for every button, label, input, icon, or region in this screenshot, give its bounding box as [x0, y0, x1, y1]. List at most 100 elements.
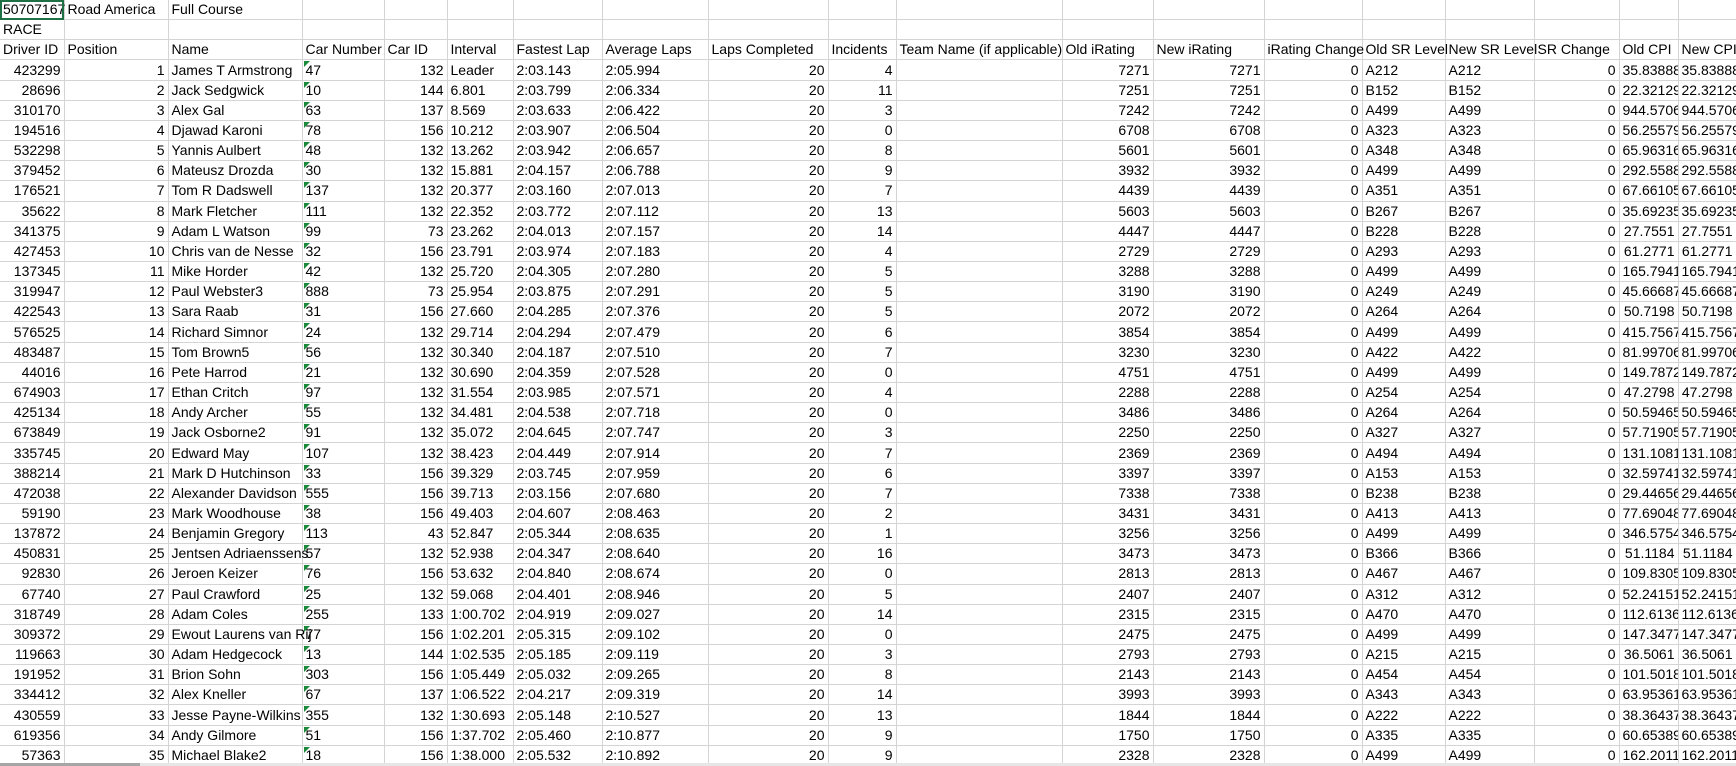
cell-new-sr-level[interactable]: A467 [1445, 563, 1535, 585]
cell-new-irating[interactable]: 3190 [1153, 281, 1265, 303]
cell-team-name[interactable] [896, 59, 1063, 81]
cell-position[interactable]: 28 [64, 604, 169, 625]
cell-laps-completed[interactable]: 20 [708, 644, 829, 666]
cell-new-cpi[interactable]: 147.3477 [1678, 624, 1736, 645]
cell-name[interactable]: Andy Gilmore [168, 725, 303, 746]
cell-name[interactable]: Jack Osborne2 [168, 422, 303, 444]
cell-irating-change[interactable]: 0 [1264, 442, 1363, 464]
cell-interval[interactable]: 59.068 [447, 584, 514, 605]
cell-interval[interactable]: 30.340 [447, 342, 514, 363]
cell-incidents[interactable]: 0 [828, 120, 897, 142]
cell-irating-change[interactable]: 0 [1264, 80, 1363, 101]
cell-team-name[interactable] [896, 584, 1063, 605]
cell-fastest-lap[interactable]: 2:04.294 [513, 321, 603, 343]
cell-average-laps[interactable]: 2:06.657 [602, 140, 709, 162]
cell-position[interactable]: 3 [64, 100, 169, 121]
cell-average-laps[interactable]: 2:08.674 [602, 563, 709, 585]
cell-name[interactable]: Edward May [168, 442, 303, 464]
cell-new-cpi[interactable]: 346.5754 [1678, 523, 1736, 545]
cell-new-cpi[interactable]: 77.69048 [1678, 503, 1736, 525]
cell-fastest-lap[interactable]: 2:04.285 [513, 301, 603, 323]
cell-name[interactable]: Mateusz Drozda [168, 160, 303, 182]
cell-old-cpi[interactable]: 38.36437 [1619, 704, 1679, 726]
cell-car-id[interactable]: 132 [384, 402, 448, 424]
cell-empty[interactable] [1534, 19, 1620, 41]
cell-fastest-lap[interactable]: 2:04.217 [513, 684, 603, 706]
cell-irating-change[interactable]: 0 [1264, 503, 1363, 525]
cell-new-irating[interactable]: 2369 [1153, 442, 1265, 464]
cell-team-name[interactable] [896, 80, 1063, 101]
cell-irating-change[interactable]: 0 [1264, 684, 1363, 706]
cell-car-id[interactable]: 132 [384, 543, 448, 565]
cell-car-id[interactable]: 156 [384, 563, 448, 585]
cell-irating-change[interactable]: 0 [1264, 100, 1363, 121]
cell-driver-id[interactable]: 673849 [0, 422, 65, 444]
cell-new-cpi[interactable]: 944.5706 [1678, 100, 1736, 121]
cell-laps-completed[interactable]: 20 [708, 321, 829, 343]
cell-car-number[interactable]: 77 [302, 624, 385, 645]
cell-old-sr-level[interactable]: B152 [1362, 80, 1446, 101]
cell-car-id[interactable]: 156 [384, 503, 448, 525]
cell-track[interactable]: Road America [64, 0, 169, 21]
cell-fastest-lap[interactable]: 2:03.143 [513, 59, 603, 81]
cell-average-laps[interactable]: 2:07.959 [602, 463, 709, 484]
cell-old-cpi[interactable]: 22.32129 [1619, 80, 1679, 101]
cell-new-irating[interactable]: 2793 [1153, 644, 1265, 666]
cell-old-sr-level[interactable]: A499 [1362, 321, 1446, 343]
cell-sr-change[interactable]: 0 [1534, 584, 1620, 605]
cell-fastest-lap[interactable]: 2:04.645 [513, 422, 603, 444]
cell-team-name[interactable] [896, 261, 1063, 283]
cell-sr-change[interactable]: 0 [1534, 563, 1620, 585]
cell-incidents[interactable]: 6 [828, 321, 897, 343]
cell-incidents[interactable]: 9 [828, 725, 897, 746]
cell-driver-id[interactable]: 619356 [0, 725, 65, 746]
cell-old-irating[interactable]: 3473 [1062, 543, 1154, 565]
cell-empty[interactable] [1678, 0, 1736, 21]
cell-position[interactable]: 7 [64, 180, 169, 202]
cell-new-irating[interactable]: 2475 [1153, 624, 1265, 645]
cell-irating-change[interactable]: 0 [1264, 59, 1363, 81]
cell-old-irating[interactable]: 2369 [1062, 442, 1154, 464]
cell-interval[interactable]: 27.660 [447, 301, 514, 323]
cell-irating-change[interactable]: 0 [1264, 483, 1363, 504]
cell-position[interactable]: 24 [64, 523, 169, 545]
cell-new-sr-level[interactable]: B152 [1445, 80, 1535, 101]
cell-irating-change[interactable]: 0 [1264, 563, 1363, 585]
cell-average-laps[interactable]: 2:10.877 [602, 725, 709, 746]
cell-average-laps[interactable]: 2:07.291 [602, 281, 709, 303]
cell-new-sr-level[interactable]: A335 [1445, 725, 1535, 746]
cell-new-sr-level[interactable]: A499 [1445, 523, 1535, 545]
cell-fastest-lap[interactable]: 2:05.185 [513, 644, 603, 666]
cell-incidents[interactable]: 9 [828, 160, 897, 182]
cell-incidents[interactable]: 7 [828, 342, 897, 363]
cell-old-irating[interactable]: 2072 [1062, 301, 1154, 323]
cell-team-name[interactable] [896, 684, 1063, 706]
cell-interval[interactable]: 39.329 [447, 463, 514, 484]
cell-new-irating[interactable]: 7251 [1153, 80, 1265, 101]
cell-empty[interactable] [513, 0, 603, 21]
cell-old-sr-level[interactable]: B238 [1362, 483, 1446, 504]
cell-interval[interactable]: 25.954 [447, 281, 514, 303]
cell-fastest-lap[interactable]: 2:03.974 [513, 241, 603, 263]
cell-car-id[interactable]: 132 [384, 442, 448, 464]
cell-driver-id[interactable]: 92830 [0, 563, 65, 585]
cell-position[interactable]: 23 [64, 503, 169, 525]
cell-new-irating[interactable]: 4439 [1153, 180, 1265, 202]
cell-driver-id[interactable]: 59190 [0, 503, 65, 525]
cell-new-cpi[interactable]: 50.59465 [1678, 402, 1736, 424]
cell-config[interactable]: Full Course [168, 0, 303, 21]
cell-old-cpi[interactable]: 292.5588 [1619, 160, 1679, 182]
cell-laps-completed[interactable]: 20 [708, 281, 829, 303]
cell-new-irating[interactable]: 3473 [1153, 543, 1265, 565]
cell-new-cpi[interactable]: 61.2771 [1678, 241, 1736, 263]
cell-incidents[interactable]: 6 [828, 463, 897, 484]
cell-empty[interactable] [1619, 0, 1679, 21]
cell-irating-change[interactable]: 0 [1264, 463, 1363, 484]
cell-new-cpi[interactable]: 56.25579 [1678, 120, 1736, 142]
column-header-new-irating[interactable]: New iRating [1153, 39, 1265, 61]
cell-position[interactable]: 14 [64, 321, 169, 343]
cell-old-cpi[interactable]: 32.59741 [1619, 463, 1679, 484]
cell-average-laps[interactable]: 2:07.183 [602, 241, 709, 263]
cell-position[interactable]: 6 [64, 160, 169, 182]
cell-empty[interactable] [1062, 0, 1154, 21]
